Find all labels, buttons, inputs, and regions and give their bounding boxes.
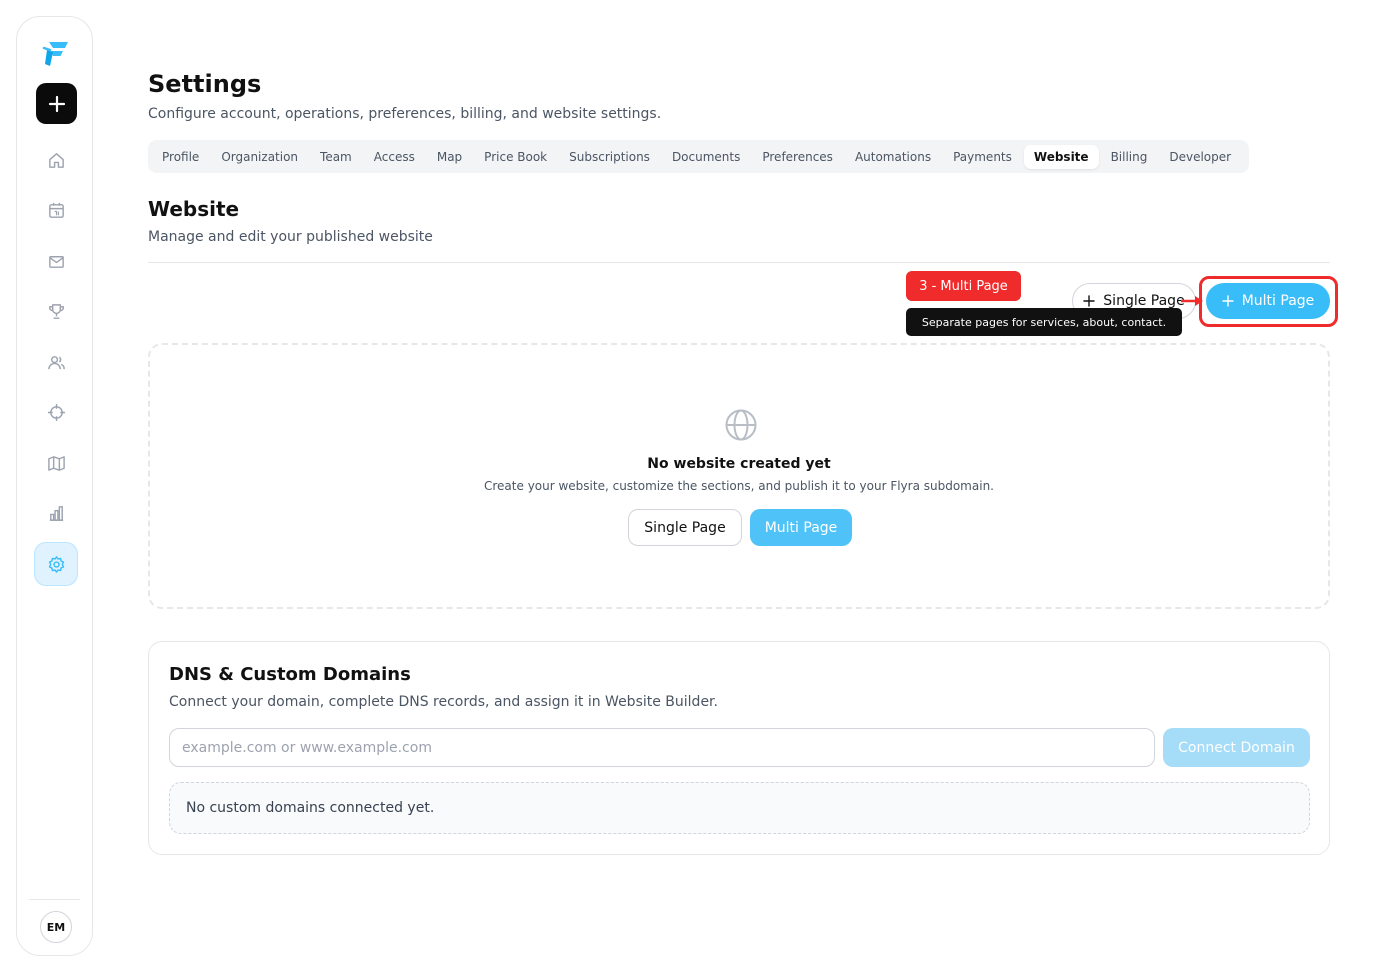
- plus-icon: [1222, 295, 1234, 307]
- empty-state-title: No website created yet: [647, 456, 831, 472]
- website-section-title: Website: [148, 197, 240, 221]
- sidebar-item-users[interactable]: [34, 340, 78, 384]
- flyra-logo-icon[interactable]: [41, 38, 71, 68]
- tab-billing[interactable]: Billing: [1101, 145, 1158, 169]
- sidebar: EM: [16, 16, 93, 956]
- page-subtitle: Configure account, operations, preferenc…: [148, 106, 662, 122]
- step-badge: 3 - Multi Page: [906, 271, 1021, 301]
- add-button[interactable]: [36, 83, 77, 124]
- calendar-icon: [48, 202, 64, 218]
- tab-map[interactable]: Map: [427, 145, 472, 169]
- tab-team[interactable]: Team: [310, 145, 362, 169]
- tab-access[interactable]: Access: [364, 145, 425, 169]
- sidebar-item-reports[interactable]: [34, 491, 78, 535]
- globe-icon: [725, 409, 757, 441]
- tab-documents[interactable]: Documents: [662, 145, 750, 169]
- sidebar-item-mail[interactable]: [34, 239, 78, 283]
- tooltip: Separate pages for services, about, cont…: [906, 308, 1182, 336]
- tab-developer[interactable]: Developer: [1159, 145, 1241, 169]
- arrow-right-icon: [1181, 296, 1203, 306]
- website-empty-state: No website created yet Create your websi…: [148, 343, 1330, 609]
- tab-preferences[interactable]: Preferences: [752, 145, 843, 169]
- tab-automations[interactable]: Automations: [845, 145, 941, 169]
- tab-profile[interactable]: Profile: [152, 145, 209, 169]
- website-section-subtitle: Manage and edit your published website: [148, 229, 433, 245]
- empty-multi-page-button[interactable]: Multi Page: [750, 509, 852, 546]
- dns-title: DNS & Custom Domains: [169, 664, 411, 685]
- sidebar-divider: [29, 899, 80, 900]
- single-page-label: Single Page: [1103, 293, 1185, 309]
- plus-icon: [1083, 295, 1095, 307]
- plus-icon: [48, 95, 65, 112]
- bar-chart-icon: [49, 505, 63, 521]
- section-divider: [148, 262, 1330, 263]
- settings-tabs: Profile Organization Team Access Map Pri…: [148, 140, 1249, 173]
- empty-state-description: Create your website, customize the secti…: [484, 479, 994, 493]
- dns-description: Connect your domain, complete DNS record…: [169, 694, 718, 710]
- home-icon: [48, 152, 64, 168]
- users-icon: [47, 355, 65, 369]
- tab-price-book[interactable]: Price Book: [474, 145, 557, 169]
- sidebar-item-map[interactable]: [34, 441, 78, 485]
- tab-website[interactable]: Website: [1023, 144, 1099, 169]
- domain-input[interactable]: [169, 728, 1155, 767]
- page-title: Settings: [148, 70, 262, 98]
- no-domains-message: No custom domains connected yet.: [169, 782, 1310, 834]
- crosshair-icon: [47, 403, 65, 421]
- map-icon: [47, 455, 65, 471]
- sidebar-item-trophy[interactable]: [34, 289, 78, 333]
- sidebar-item-calendar[interactable]: [34, 188, 78, 232]
- gear-icon: [48, 555, 64, 573]
- mail-icon: [48, 255, 64, 268]
- multi-page-label: Multi Page: [1241, 293, 1315, 309]
- sidebar-item-settings[interactable]: [34, 542, 78, 586]
- dns-card: DNS & Custom Domains Connect your domain…: [148, 641, 1330, 855]
- tab-organization[interactable]: Organization: [211, 145, 308, 169]
- trophy-icon: [48, 303, 64, 319]
- tab-subscriptions[interactable]: Subscriptions: [559, 145, 660, 169]
- connect-domain-button[interactable]: Connect Domain: [1163, 728, 1310, 767]
- create-multi-page-button[interactable]: Multi Page: [1206, 283, 1330, 319]
- empty-single-page-button[interactable]: Single Page: [628, 509, 742, 546]
- sidebar-item-crosshair[interactable]: [34, 390, 78, 434]
- sidebar-item-home[interactable]: [34, 138, 78, 182]
- avatar[interactable]: EM: [40, 911, 72, 943]
- tab-payments[interactable]: Payments: [943, 145, 1022, 169]
